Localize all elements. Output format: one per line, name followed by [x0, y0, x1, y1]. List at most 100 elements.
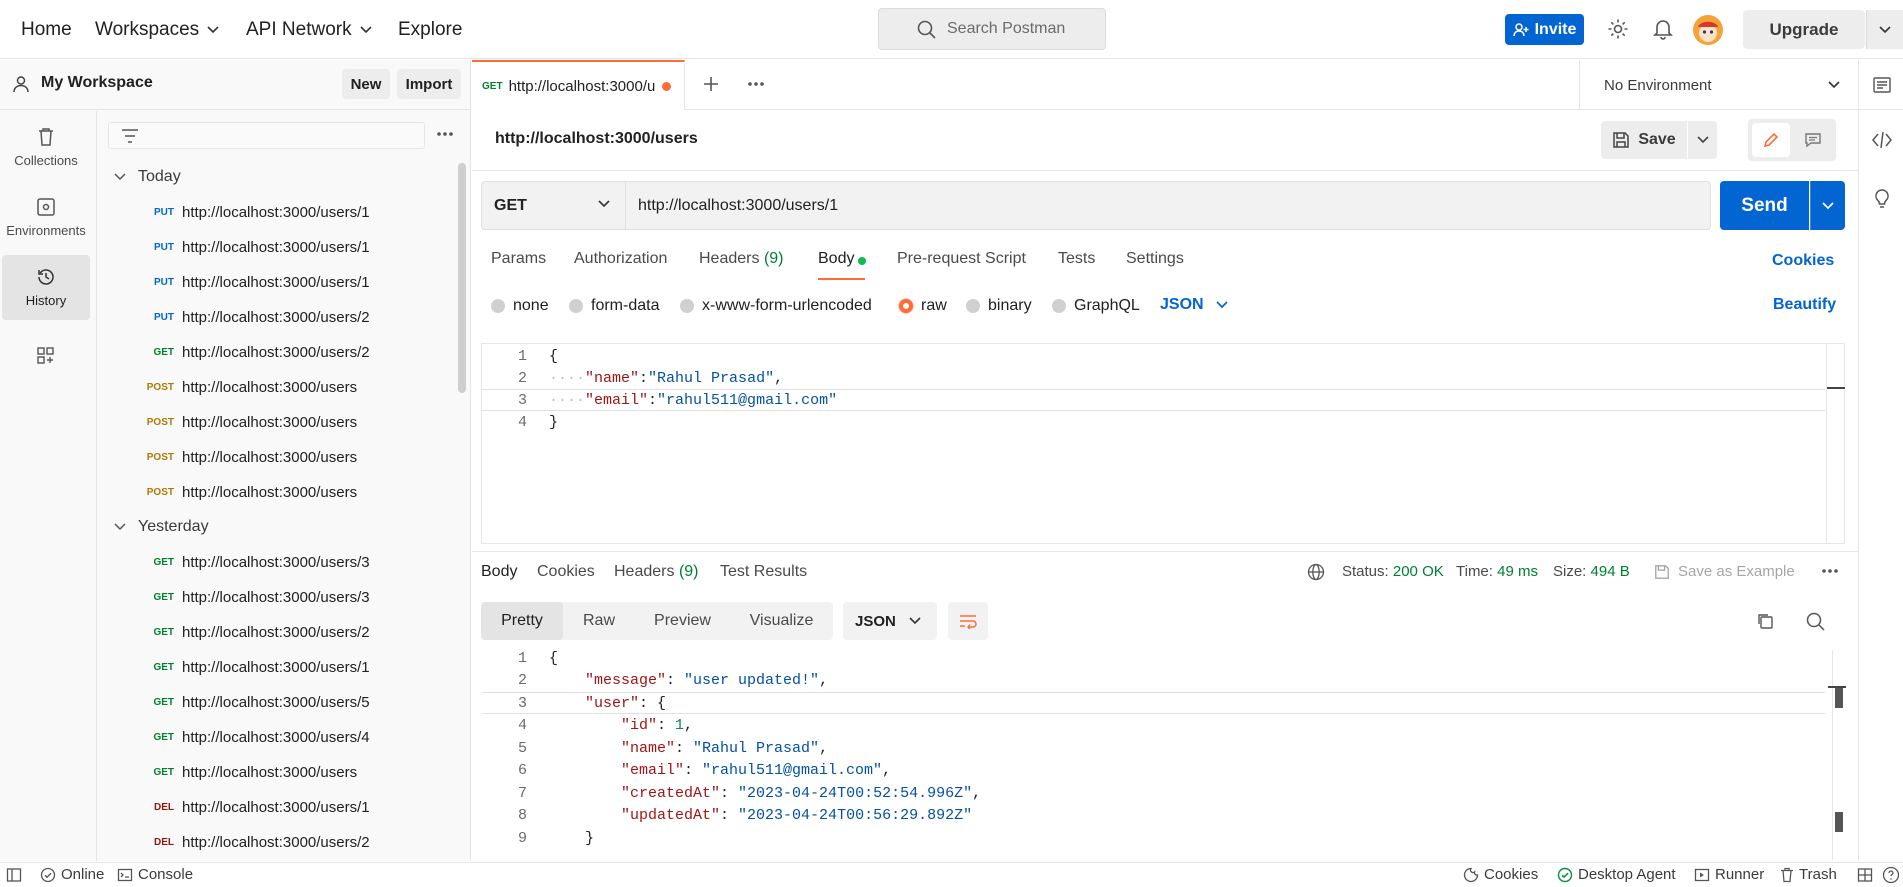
body-type-raw[interactable]: raw [899, 296, 947, 316]
body-type-binary[interactable]: binary [966, 296, 1032, 316]
history-item[interactable]: POST http://localhost:3000/users [140, 370, 357, 405]
sidebar-item-environments[interactable]: Environments [2, 185, 90, 250]
comment-mode-button[interactable] [1794, 123, 1832, 157]
body-type-none[interactable]: none [491, 296, 549, 316]
history-item[interactable]: GET http://localhost:3000/users/1 [140, 650, 369, 685]
sidebar-item-history[interactable]: History [2, 255, 90, 320]
history-item[interactable]: PUT http://localhost:3000/users/1 [140, 265, 370, 300]
search-icon[interactable] [1806, 612, 1826, 632]
save-dropdown[interactable] [1688, 121, 1717, 159]
body-type-urlencoded[interactable]: x-www-form-urlencoded [680, 296, 872, 316]
environment-selector[interactable]: No Environment [1579, 60, 1858, 110]
view-raw[interactable]: Raw [563, 602, 635, 640]
send-dropdown[interactable] [1810, 181, 1845, 230]
history-item[interactable]: GET http://localhost:3000/users/5 [140, 685, 369, 720]
history-item[interactable]: DEL http://localhost:3000/users/2 [140, 825, 370, 860]
tab-authorization[interactable]: Authorization [574, 250, 667, 276]
url-input[interactable]: http://localhost:3000/users/1 [626, 181, 1711, 230]
nav-workspaces[interactable]: Workspaces [95, 0, 219, 59]
tab-pre-request-script[interactable]: Pre-request Script [897, 250, 1026, 276]
request-tab[interactable]: GET http://localhost:3000/u [472, 60, 685, 110]
new-button[interactable]: New [342, 69, 390, 99]
view-visualize[interactable]: Visualize [730, 602, 833, 640]
response-size[interactable]: Size: 494 B [1553, 563, 1630, 580]
view-preview[interactable]: Preview [635, 602, 730, 640]
help-icon[interactable] [1882, 866, 1900, 884]
layout-icon[interactable] [1857, 867, 1873, 883]
avatar[interactable] [1692, 14, 1724, 46]
tab-tests[interactable]: Tests [1058, 250, 1095, 276]
history-item[interactable]: PUT http://localhost:3000/users/2 [140, 300, 370, 335]
lightbulb-icon[interactable] [1873, 188, 1891, 210]
environment-quick-look-icon[interactable] [1872, 75, 1892, 95]
upgrade-button[interactable]: Upgrade [1743, 10, 1865, 49]
upgrade-dropdown[interactable] [1866, 10, 1903, 49]
code-icon[interactable] [1871, 130, 1893, 150]
search-bar[interactable]: Search Postman [878, 8, 1106, 50]
sidebar-toggle-icon[interactable] [6, 867, 22, 883]
online-status[interactable]: Online [40, 862, 104, 887]
beautify-link[interactable]: Beautify [1773, 296, 1836, 314]
sidebar-item-collections[interactable]: Collections [2, 115, 90, 180]
history-item[interactable]: GET http://localhost:3000/users/2 [140, 335, 369, 370]
view-pretty[interactable]: Pretty [481, 602, 563, 640]
nav-home[interactable]: Home [21, 0, 72, 59]
body-type-graphql[interactable]: GraphQL [1052, 296, 1140, 316]
response-tab-body[interactable]: Body [481, 563, 517, 581]
method-select[interactable]: GET [481, 181, 626, 230]
history-item[interactable]: GET http://localhost:3000/users [140, 755, 357, 790]
workspace-title[interactable]: My Workspace [41, 74, 153, 92]
response-status[interactable]: Status: 200 OK [1342, 563, 1444, 580]
more-options-icon[interactable] [436, 131, 454, 137]
tab-body[interactable]: Body [818, 250, 854, 276]
bell-icon[interactable] [1653, 18, 1673, 40]
history-group-yesterday[interactable]: Yesterday [114, 516, 209, 538]
tab-params[interactable]: Params [491, 250, 546, 276]
body-type-form-data[interactable]: form-data [569, 296, 659, 316]
nav-explore[interactable]: Explore [398, 0, 462, 59]
response-tab-cookies[interactable]: Cookies [537, 563, 595, 581]
save-as-example-button[interactable]: Save as Example [1654, 563, 1795, 580]
tab-headers[interactable]: Headers (9) [699, 250, 784, 276]
add-widget-icon[interactable] [36, 346, 56, 366]
nav-api-network[interactable]: API Network [246, 0, 372, 59]
history-item[interactable]: POST http://localhost:3000/users [140, 405, 357, 440]
trash-button[interactable]: Trash [1780, 862, 1837, 887]
response-format-select[interactable]: JSON [843, 602, 937, 640]
copy-icon[interactable] [1756, 612, 1774, 630]
response-tab-headers[interactable]: Headers (9) [614, 563, 699, 581]
history-filter-input[interactable] [108, 122, 425, 149]
history-item[interactable]: GET http://localhost:3000/users/4 [140, 720, 369, 755]
history-group-today[interactable]: Today [114, 166, 181, 188]
cookies-button[interactable]: Cookies [1463, 862, 1538, 887]
history-item[interactable]: GET http://localhost:3000/users/2 [140, 615, 369, 650]
runner-button[interactable]: Runner [1694, 862, 1764, 887]
edit-mode-button[interactable] [1752, 123, 1790, 157]
tab-settings[interactable]: Settings [1126, 250, 1184, 276]
history-item[interactable]: POST http://localhost:3000/users [140, 440, 357, 475]
history-item[interactable]: GET http://localhost:3000/users/3 [140, 545, 369, 580]
history-item[interactable]: POST http://localhost:3000/users [140, 475, 357, 510]
import-button[interactable]: Import [397, 69, 461, 99]
console-button[interactable]: Console [117, 862, 193, 887]
response-time[interactable]: Time: 49 ms [1456, 563, 1538, 580]
desktop-agent-button[interactable]: Desktop Agent [1557, 862, 1676, 887]
globe-icon[interactable] [1307, 563, 1325, 581]
more-options-icon[interactable] [1821, 568, 1839, 574]
sidebar-scrollbar[interactable] [458, 163, 466, 393]
history-item[interactable]: GET http://localhost:3000/users/3 [140, 580, 369, 615]
history-item[interactable]: PUT http://localhost:3000/users/1 [140, 230, 370, 265]
history-item[interactable]: PUT http://localhost:3000/users/1 [140, 195, 370, 230]
plus-icon[interactable] [702, 75, 720, 93]
response-tab-test-results[interactable]: Test Results [720, 563, 807, 581]
response-scrollbar-bottom[interactable] [1835, 812, 1843, 832]
wrap-lines-button[interactable] [948, 602, 988, 640]
invite-button[interactable]: Invite [1505, 14, 1584, 45]
request-title[interactable]: http://localhost:3000/users [495, 130, 698, 148]
gear-icon[interactable] [1607, 18, 1629, 40]
cookies-link[interactable]: Cookies [1772, 252, 1834, 270]
send-button[interactable]: Send [1720, 181, 1809, 230]
more-options-icon[interactable] [747, 81, 765, 87]
history-item[interactable]: DEL http://localhost:3000/users/1 [140, 790, 370, 825]
save-button[interactable]: Save [1601, 121, 1687, 159]
